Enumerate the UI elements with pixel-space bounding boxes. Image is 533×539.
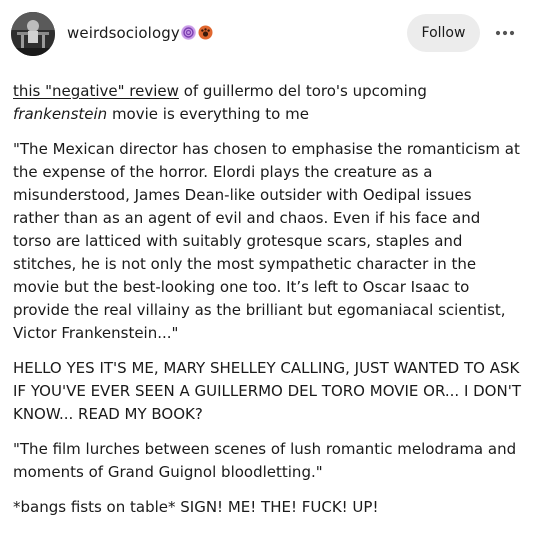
- quote-paragraph-2: "The film lurches between scenes of lush…: [13, 440, 517, 481]
- username[interactable]: weirdsociology: [67, 24, 180, 42]
- review-link[interactable]: this "negative" review: [13, 82, 179, 100]
- spiral-badge-icon[interactable]: [181, 25, 196, 40]
- quote-paragraph-1: "The Mexican director has chosen to emph…: [13, 140, 520, 342]
- intro-text-after-title: movie is everything to me: [107, 105, 309, 123]
- intro-title: frankenstein: [13, 105, 108, 123]
- avatar-image: [11, 12, 55, 56]
- more-options-button[interactable]: [489, 22, 521, 44]
- avatar[interactable]: [11, 12, 55, 56]
- paw-badge-icon[interactable]: [198, 25, 213, 40]
- caps-paragraph: HELLO YES IT'S ME, MARY SHELLEY CALLING,…: [13, 359, 521, 423]
- post-body: this "negative" review of guillermo del …: [13, 80, 521, 531]
- follow-button[interactable]: Follow: [407, 14, 480, 52]
- post-header: weirdsociology Follow: [0, 0, 533, 68]
- intro-paragraph: this "negative" review of guillermo del …: [13, 80, 521, 126]
- more-dots-icon: [495, 30, 515, 36]
- closing-paragraph: *bangs fists on table* SIGN! ME! THE! FU…: [13, 498, 379, 516]
- intro-text-before-title: of guillermo del toro's upcoming: [178, 82, 427, 100]
